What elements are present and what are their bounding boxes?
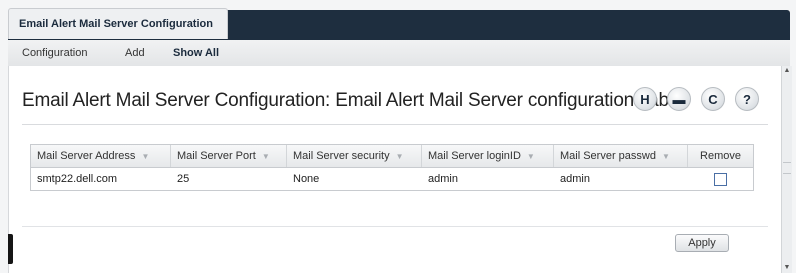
column-header-remove: Remove bbox=[688, 145, 753, 167]
cell-address: smtp22.dell.com bbox=[37, 173, 118, 185]
scroll-grip[interactable] bbox=[783, 162, 791, 174]
tab-email-alert-mail-server-configuration[interactable]: Email Alert Mail Server Configuration bbox=[8, 8, 228, 39]
page-title: Email Alert Mail Server Configuration: E… bbox=[22, 90, 684, 111]
subnav-add[interactable]: Add bbox=[125, 47, 145, 59]
column-header-port[interactable]: Mail Server Port ▼ bbox=[171, 145, 287, 167]
side-panel-handle[interactable] bbox=[8, 234, 13, 264]
tab-label: Email Alert Mail Server Configuration bbox=[19, 18, 213, 30]
column-header-label: Mail Server Address bbox=[37, 150, 136, 162]
refresh-glyph: C bbox=[708, 91, 718, 107]
table-header: Mail Server Address ▼ Mail Server Port ▼ M… bbox=[31, 145, 753, 168]
column-header-address[interactable]: Mail Server Address ▼ bbox=[31, 145, 171, 167]
subnav-configuration[interactable]: Configuration bbox=[22, 47, 87, 59]
scroll-up-icon[interactable]: ▲ bbox=[782, 66, 792, 76]
divider bbox=[22, 124, 768, 125]
help-icon[interactable]: ? bbox=[735, 87, 759, 111]
column-header-passwd[interactable]: Mail Server passwd ▼ bbox=[554, 145, 688, 167]
column-header-label: Remove bbox=[700, 150, 741, 162]
sort-caret-icon: ▼ bbox=[261, 151, 270, 161]
help-glyph: ? bbox=[743, 91, 751, 107]
cell-login-id: admin bbox=[428, 173, 458, 185]
sort-caret-icon: ▼ bbox=[661, 151, 670, 161]
save-glyph: H bbox=[640, 91, 650, 107]
table-row: smtp22.dell.com 25 None admin admin bbox=[31, 168, 753, 190]
print-glyph: ▬ bbox=[672, 91, 686, 107]
column-header-label: Mail Server passwd bbox=[560, 150, 656, 162]
vertical-scrollbar[interactable]: ▲ ▼ bbox=[781, 66, 792, 273]
cell-port: 25 bbox=[177, 173, 190, 185]
sort-caret-icon: ▼ bbox=[141, 151, 150, 161]
subnav-show-all[interactable]: Show All bbox=[173, 47, 219, 59]
save-icon[interactable]: H bbox=[633, 87, 657, 111]
mail-server-table: Mail Server Address ▼ Mail Server Port ▼ M… bbox=[30, 144, 754, 191]
remove-checkbox[interactable] bbox=[714, 172, 727, 186]
cell-remove bbox=[688, 168, 753, 190]
apply-button[interactable]: Apply bbox=[675, 234, 729, 252]
column-header-label: Mail Server Port bbox=[177, 150, 256, 162]
cell-security: None bbox=[293, 173, 320, 185]
cell-passwd: admin bbox=[560, 173, 590, 185]
print-icon[interactable]: ▬ bbox=[667, 87, 691, 111]
sub-navigation: Configuration Add Show All bbox=[8, 40, 790, 67]
refresh-icon[interactable]: C bbox=[701, 87, 725, 111]
column-header-label: Mail Server security bbox=[293, 150, 390, 162]
scroll-down-icon[interactable]: ▼ bbox=[782, 263, 792, 273]
column-header-label: Mail Server loginID bbox=[428, 150, 521, 162]
sort-caret-icon: ▼ bbox=[395, 151, 404, 161]
column-header-security[interactable]: Mail Server security ▼ bbox=[287, 145, 422, 167]
column-header-login-id[interactable]: Mail Server loginID ▼ bbox=[422, 145, 554, 167]
divider bbox=[22, 226, 768, 227]
sort-caret-icon: ▼ bbox=[526, 151, 535, 161]
